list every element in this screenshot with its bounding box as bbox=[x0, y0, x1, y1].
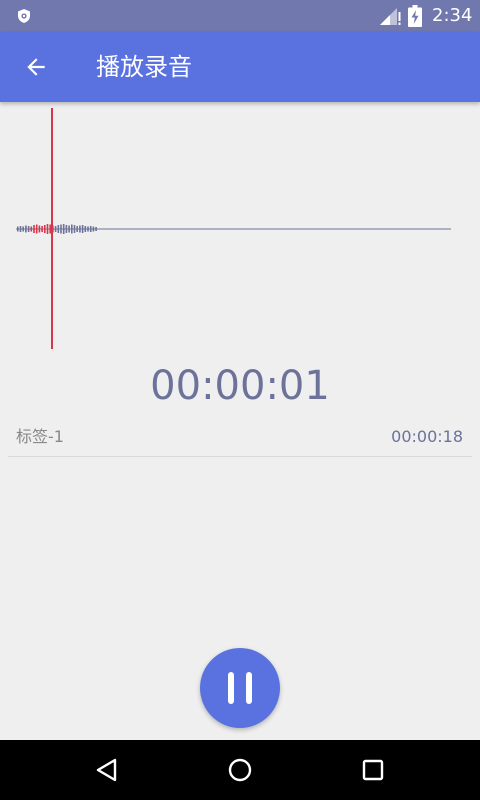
waveform-bar bbox=[33, 225, 35, 233]
mark-time: 00:00:18 bbox=[391, 427, 463, 446]
waveform-bar bbox=[27, 226, 30, 232]
home-circle-icon bbox=[228, 758, 252, 782]
waveform-bar bbox=[38, 225, 41, 233]
recents-square-icon bbox=[362, 759, 384, 781]
pause-button[interactable] bbox=[200, 648, 280, 728]
waveform-bar bbox=[68, 225, 70, 233]
elapsed-time: 00:00:01 bbox=[150, 363, 330, 409]
waveform-view[interactable] bbox=[0, 102, 480, 362]
battery-charging-icon bbox=[408, 5, 422, 27]
waveform-bar bbox=[44, 225, 46, 233]
waveform-bar bbox=[65, 225, 68, 233]
shield-icon bbox=[18, 9, 30, 23]
waveform-bar bbox=[89, 226, 92, 232]
waveform-bar bbox=[95, 227, 97, 231]
waveform-bar bbox=[41, 226, 43, 232]
waveform-bar bbox=[92, 226, 95, 232]
navigation-bar bbox=[0, 740, 480, 800]
waveform-bar bbox=[84, 226, 87, 232]
back-button[interactable] bbox=[18, 49, 54, 85]
nav-home-button[interactable] bbox=[220, 750, 260, 790]
waveform-bar bbox=[49, 224, 51, 234]
waveform-bar bbox=[76, 226, 78, 232]
waveform-bar bbox=[30, 226, 33, 232]
app-bar: 播放录音 bbox=[0, 32, 480, 102]
waveform-bar bbox=[81, 225, 84, 233]
arrow-back-icon bbox=[27, 58, 45, 76]
waveform-bar bbox=[73, 225, 76, 233]
nav-recents-button[interactable] bbox=[353, 750, 393, 790]
waveform-bar bbox=[57, 225, 60, 233]
waveform-bar bbox=[46, 224, 49, 234]
mark-label: 标签-1 bbox=[16, 427, 64, 446]
waveform-bar bbox=[22, 226, 24, 232]
waveform-bar bbox=[35, 224, 38, 234]
back-triangle-icon bbox=[96, 758, 117, 782]
page-title: 播放录音 bbox=[96, 53, 192, 81]
waveform-bar bbox=[19, 226, 22, 232]
waveform-bar bbox=[17, 226, 19, 232]
waveform-canvas bbox=[16, 108, 451, 349]
waveform-bar bbox=[87, 226, 89, 232]
mark-list-item[interactable]: 标签-1 00:00:18 bbox=[8, 422, 472, 457]
waveform-bar bbox=[62, 224, 65, 234]
nav-back-button[interactable] bbox=[87, 750, 127, 790]
waveform-bar bbox=[60, 224, 62, 234]
status-bar: 2:34 bbox=[0, 0, 480, 32]
status-time: 2:34 bbox=[432, 5, 473, 26]
signal-icon bbox=[380, 8, 401, 25]
waveform-bar bbox=[54, 226, 57, 232]
waveform-bar bbox=[79, 225, 81, 233]
waveform-bar bbox=[25, 225, 27, 233]
screen: 2:34 播放录音 00:00:01 标签-1 00:00:18 bbox=[0, 0, 480, 800]
waveform-bar bbox=[71, 224, 73, 234]
